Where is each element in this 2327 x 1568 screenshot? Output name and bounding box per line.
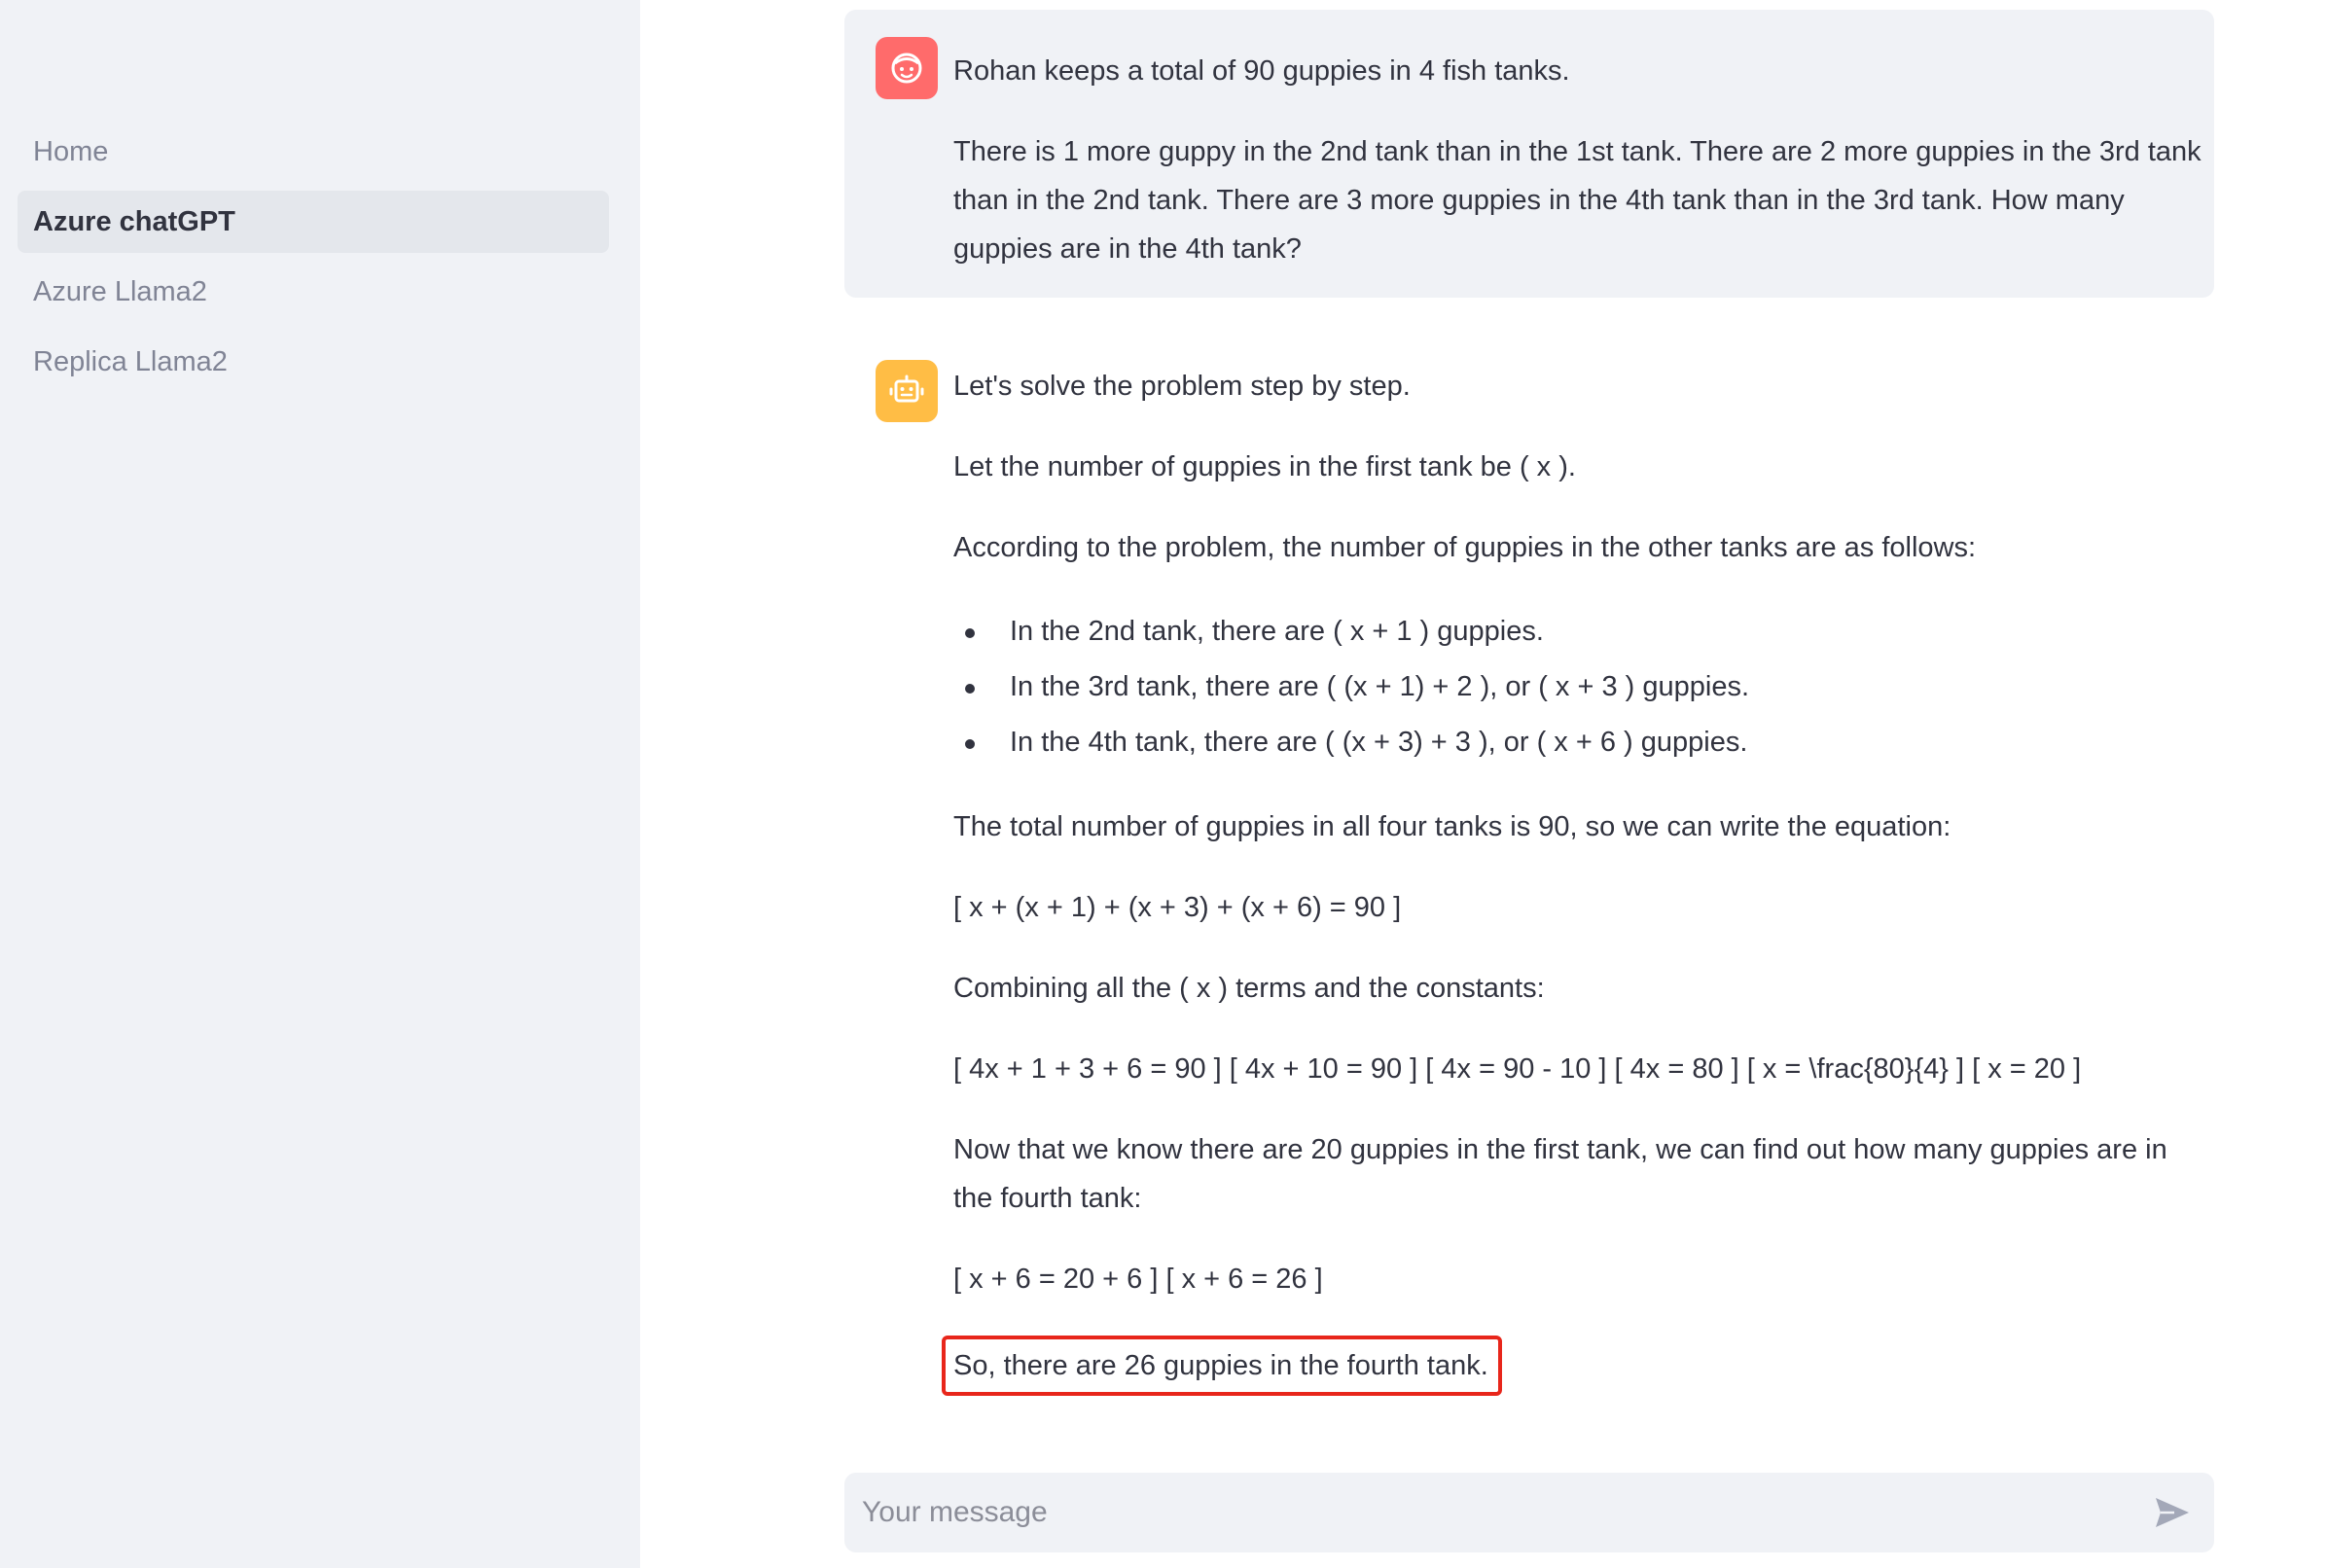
assistant-intro: Let's solve the problem step by step. xyxy=(953,371,1411,402)
assistant-steps: [ 4x + 1 + 3 + 6 = 90 ] [ 4x + 10 = 90 ]… xyxy=(953,1053,2082,1085)
robot-icon xyxy=(889,374,924,403)
sidebar: Home Azure chatGPT Azure Llama2 Replica … xyxy=(0,0,640,1568)
sidebar-item-azure-llama2[interactable]: Azure Llama2 xyxy=(18,261,609,323)
user-avatar xyxy=(876,37,938,99)
list-item: In the 2nd tank, there are ( x + 1 ) gup… xyxy=(953,604,2202,659)
tank-list: In the 2nd tank, there are ( x + 1 ) gup… xyxy=(953,604,2202,770)
message-input[interactable] xyxy=(862,1473,2127,1552)
assistant-let-x: Let the number of guppies in the first t… xyxy=(953,451,1576,482)
chat-input-bar xyxy=(844,1473,2214,1552)
assistant-avatar xyxy=(876,360,938,422)
answer-highlight: So, there are 26 guppies in the fourth t… xyxy=(942,1336,1502,1396)
assistant-combining: Combining all the ( x ) terms and the co… xyxy=(953,973,1545,1004)
assistant-total-text: The total number of guppies in all four … xyxy=(953,811,1951,842)
sidebar-item-home[interactable]: Home xyxy=(18,121,609,183)
face-icon xyxy=(891,53,922,84)
sidebar-item-replica-llama2[interactable]: Replica Llama2 xyxy=(18,331,609,393)
assistant-now-text: Now that we know there are 20 guppies in… xyxy=(953,1134,2167,1214)
sidebar-nav: Home Azure chatGPT Azure Llama2 Replica … xyxy=(18,121,609,401)
assistant-message: Let's solve the problem step by step. Le… xyxy=(844,346,2214,1416)
assistant-final-equation: [ x + 6 = 20 + 6 ] [ x + 6 = 26 ] xyxy=(953,1264,1323,1295)
user-message-paragraph: There is 1 more guppy in the 2nd tank th… xyxy=(953,136,2202,265)
assistant-according: According to the problem, the number of … xyxy=(953,532,1977,563)
assistant-answer-line: So, there are 26 guppies in the fourth t… xyxy=(942,1336,2202,1396)
assistant-message-content: Let's solve the problem step by step. Le… xyxy=(942,362,2202,1428)
send-icon xyxy=(2156,1498,2189,1527)
list-item: In the 4th tank, there are ( (x + 3) + 3… xyxy=(953,715,2202,770)
user-message-content: Rohan keeps a total of 90 guppies in 4 f… xyxy=(953,47,2202,305)
assistant-equation: [ x + (x + 1) + (x + 3) + (x + 6) = 90 ] xyxy=(953,892,1402,923)
sidebar-item-azure-chatgpt[interactable]: Azure chatGPT xyxy=(18,191,609,253)
send-button[interactable] xyxy=(2152,1493,2193,1532)
list-item: In the 3rd tank, there are ( (x + 1) + 2… xyxy=(953,659,2202,715)
chat-main: Rohan keeps a total of 90 guppies in 4 f… xyxy=(640,0,2327,1568)
user-message: Rohan keeps a total of 90 guppies in 4 f… xyxy=(844,10,2214,298)
user-message-paragraph: Rohan keeps a total of 90 guppies in 4 f… xyxy=(953,55,1570,87)
